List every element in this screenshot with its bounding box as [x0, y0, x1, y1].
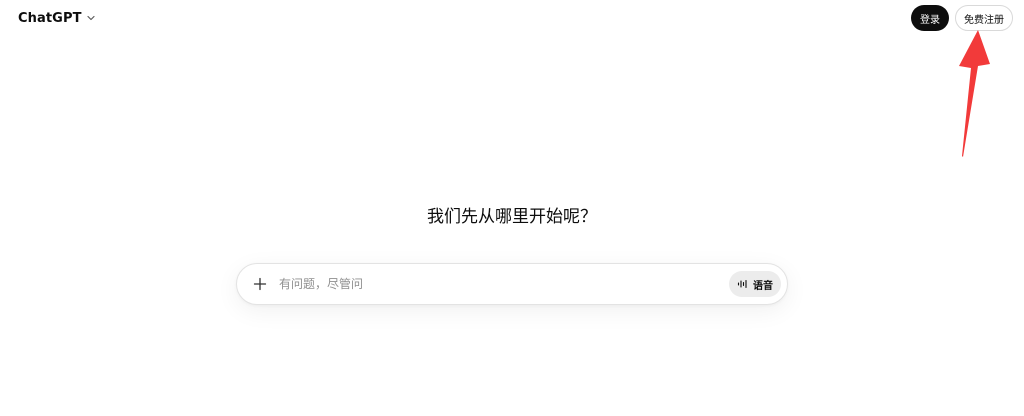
attach-button[interactable] [249, 273, 271, 295]
prompt-input[interactable] [277, 268, 729, 300]
red-arrow-icon [959, 30, 990, 157]
page: ChatGPT 登录 免费注册 我们先从哪里开始呢？ 语音 [0, 0, 1024, 416]
voice-button[interactable]: 语音 [729, 271, 781, 297]
chevron-down-icon [86, 15, 95, 21]
prompt-composer: 语音 [236, 263, 788, 305]
brand-name: ChatGPT [18, 10, 82, 26]
login-button[interactable]: 登录 [911, 5, 949, 31]
page-title: 我们先从哪里开始呢？ [427, 207, 597, 227]
model-selector[interactable]: ChatGPT [18, 8, 96, 28]
waveform-icon [737, 279, 747, 289]
plus-icon [253, 277, 267, 291]
voice-button-label: 语音 [753, 280, 773, 292]
